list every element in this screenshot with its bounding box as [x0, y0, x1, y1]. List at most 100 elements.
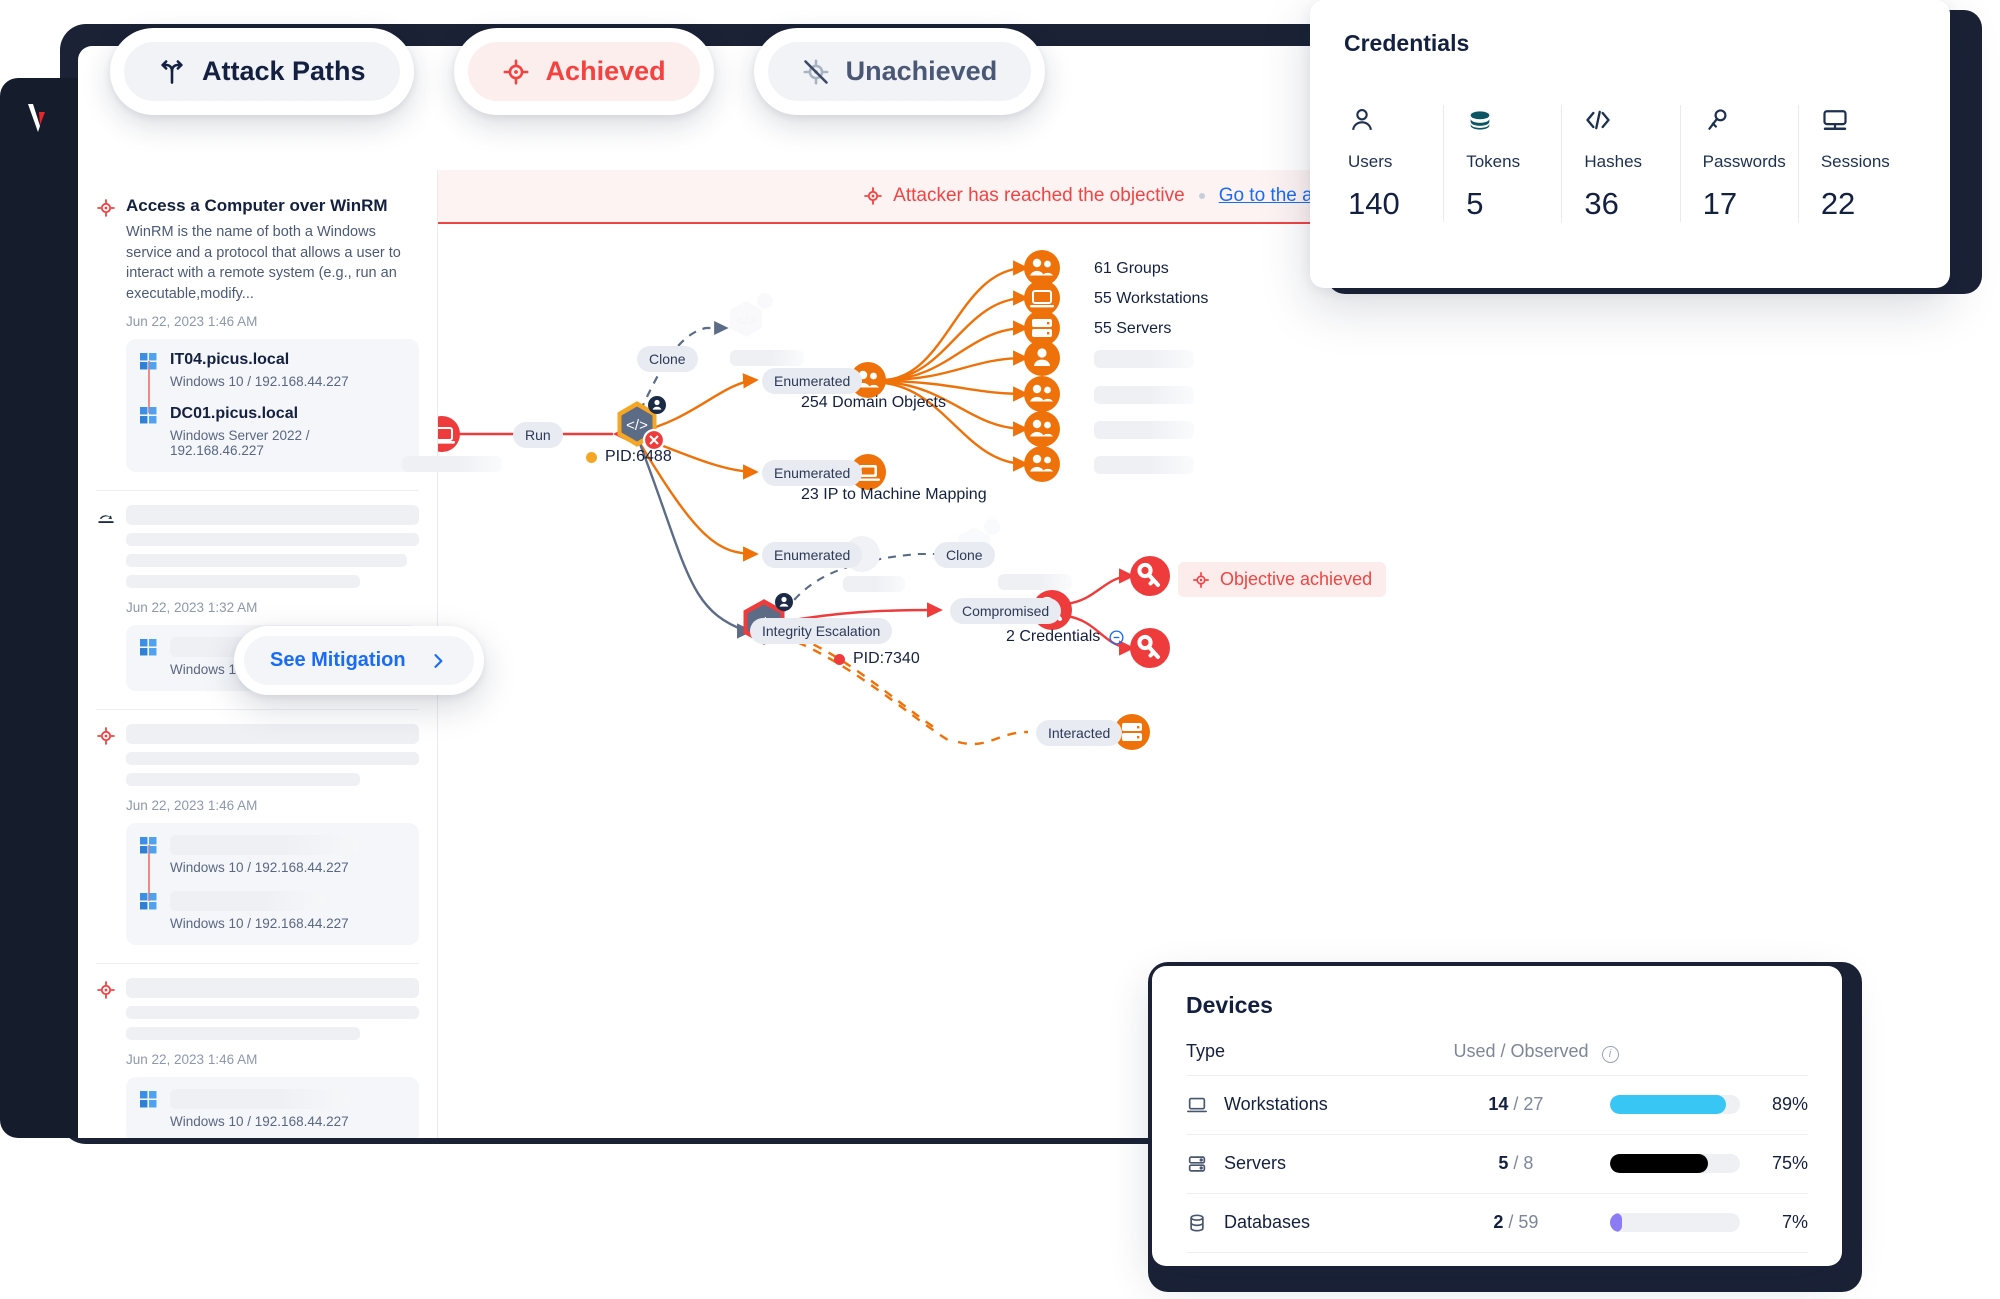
target-icon: [97, 199, 115, 217]
credentials-stat-hashes[interactable]: Hashes 36: [1561, 105, 1679, 222]
credentials-stat-users[interactable]: Users 140: [1344, 105, 1443, 222]
credentials-stat-sessions[interactable]: Sessions 22: [1797, 105, 1916, 222]
credentials-stat-value: 22: [1820, 186, 1856, 221]
credentials-stat-tokens[interactable]: Tokens 5: [1443, 105, 1561, 222]
step-description-skeleton: [126, 1027, 361, 1041]
column-header-type: Type: [1186, 1041, 1226, 1062]
chevron-right-icon: [433, 653, 442, 668]
edge-label-clone-mid: Clone: [934, 542, 995, 568]
credentials-stat-label: Tokens: [1466, 152, 1521, 171]
table-row[interactable]: Servers 5 / 8 75%: [1186, 1135, 1808, 1194]
list-item[interactable]: Jun 22, 2023 1:46 AM Windows 10 / 192.16…: [96, 963, 419, 1138]
see-mitigation-label: See Mitigation: [270, 649, 406, 671]
credentials-stat-passwords[interactable]: Passwords 17: [1679, 105, 1798, 222]
windows-icon: [140, 353, 157, 370]
host-entry[interactable]: Windows 10 / 192.168.44.227: [140, 1089, 405, 1129]
tab-attack-paths-label: Attack Paths: [202, 56, 366, 86]
node-label-groups: 61 Groups: [1094, 260, 1169, 277]
host-entry[interactable]: Windows 10 / 192.168.44.227: [140, 891, 405, 931]
node-key-top: [1130, 556, 1170, 596]
credentials-stat-value: 36: [1584, 186, 1619, 221]
node-group-blank-2: [1024, 411, 1060, 447]
brand-logo-icon: [28, 104, 45, 132]
windows-icon: [140, 639, 157, 656]
node-label-credentials: 2 Credentials: [1006, 628, 1125, 646]
credentials-stat-value: 5: [1466, 186, 1484, 221]
column-header-used-observed: Used / Observed i: [1436, 1041, 1636, 1063]
token-icon: [1470, 111, 1490, 130]
code-icon: [1586, 110, 1611, 130]
target-unachieved-icon: [803, 59, 829, 84]
edge-label-compromised: Compromised: [950, 598, 1062, 624]
host-entry[interactable]: Windows 10 / 192.168.44.227: [140, 835, 405, 875]
step-description-skeleton: [126, 773, 361, 787]
node-label-skeleton: [998, 574, 1072, 590]
edge-label-run: Run: [513, 422, 563, 448]
host-group: Windows 10 / 192.168.44.227 Windows 10 /…: [126, 823, 419, 946]
tab-achieved[interactable]: Achieved: [453, 28, 714, 115]
tab-attack-paths[interactable]: Attack Paths: [110, 28, 414, 115]
devices-table-header: Type Used / Observed i: [1186, 1041, 1808, 1076]
node-label-skeleton: [730, 350, 804, 366]
tab-unachieved[interactable]: Unachieved: [753, 28, 1046, 115]
credentials-stat-label: Users: [1348, 152, 1393, 171]
node-group-blank-1: [1024, 376, 1060, 412]
node-label-pid-6488: PID:6488: [586, 448, 672, 466]
laptop-icon: [1187, 1097, 1207, 1112]
credentials-title: Credentials: [1344, 30, 1470, 56]
target-achieved-icon: [503, 59, 529, 84]
devices-card: Devices Type Used / Observed i Workstati…: [1152, 966, 1842, 1266]
step-timestamp: Jun 22, 2023 1:46 AM: [126, 1052, 258, 1068]
credentials-stat-label: Hashes: [1584, 152, 1643, 171]
device-percent: 75%: [1771, 1153, 1808, 1173]
device-used-observed: 14 / 27: [1488, 1094, 1544, 1114]
step-title-skeleton: [126, 724, 419, 745]
key-icon: [1707, 109, 1727, 130]
see-mitigation-button[interactable]: See Mitigation: [234, 626, 484, 695]
monitor-icon: [1823, 110, 1847, 131]
step-title-skeleton: [126, 505, 419, 526]
server-icon: [1188, 1155, 1206, 1172]
step-description-skeleton: [126, 533, 419, 547]
windows-icon: [140, 407, 157, 424]
node-entry-host: [438, 416, 460, 452]
node-label-pid-7340: PID:7340: [834, 650, 920, 668]
device-progress-bar: [1610, 1095, 1741, 1114]
objective-achieved-label: Objective achieved: [1220, 569, 1373, 589]
node-label-skeleton: [1094, 350, 1194, 368]
edge-label-enumerated-3: Enumerated: [762, 542, 863, 568]
host-meta: Windows 10 / 192.168.44.227: [170, 1114, 349, 1130]
edge-label-interacted: Interacted: [1036, 720, 1123, 746]
device-used-observed: 2 / 59: [1493, 1212, 1539, 1232]
edge-label-integrity-escalation: Integrity Escalation: [750, 618, 893, 644]
windows-icon: [140, 1091, 157, 1108]
host-meta: Windows 10 / 192.168.44.227: [170, 860, 349, 876]
step-title: Access a Computer over WinRM: [126, 196, 388, 215]
info-icon[interactable]: i: [1601, 1045, 1619, 1063]
list-item[interactable]: Jun 22, 2023 1:46 AM Windows 10 / 192.16…: [96, 709, 419, 963]
app-root: Attack Paths Achieved Unachieved Access …: [0, 0, 2000, 1299]
device-type-label: Workstations: [1224, 1094, 1328, 1114]
host-entry[interactable]: DC01.picus.local Windows Server 2022 / 1…: [140, 405, 405, 458]
host-entry[interactable]: IT04.picus.local Windows 10 / 192.168.44…: [140, 351, 405, 389]
step-timestamp: Jun 22, 2023 1:32 AM: [126, 600, 258, 616]
payload-icon: [98, 515, 114, 524]
table-row[interactable]: Workstations 14 / 27 89%: [1186, 1076, 1808, 1135]
device-percent: 7%: [1781, 1212, 1808, 1232]
edge-label-clone-top: Clone: [637, 346, 698, 372]
step-title-skeleton: [126, 978, 419, 999]
node-label-skeleton: [402, 456, 502, 472]
devices-title: Devices: [1186, 992, 1273, 1018]
step-timestamp: Jun 22, 2023 1:46 AM: [126, 798, 258, 814]
node-group-blank-3: [1024, 446, 1060, 482]
node-label-skeleton: [1094, 456, 1194, 474]
attack-paths-icon: [161, 59, 183, 84]
user-icon: [1352, 109, 1372, 131]
collapse-icon[interactable]: [1108, 629, 1125, 646]
list-item[interactable]: Access a Computer over WinRM WinRM is th…: [96, 182, 419, 490]
windows-icon: [140, 893, 157, 910]
node-label-skeleton: [843, 576, 905, 592]
step-description-skeleton: [126, 1006, 419, 1020]
host-name: DC01.picus.local: [170, 405, 299, 423]
table-row[interactable]: Databases 2 / 59 7%: [1186, 1194, 1808, 1253]
